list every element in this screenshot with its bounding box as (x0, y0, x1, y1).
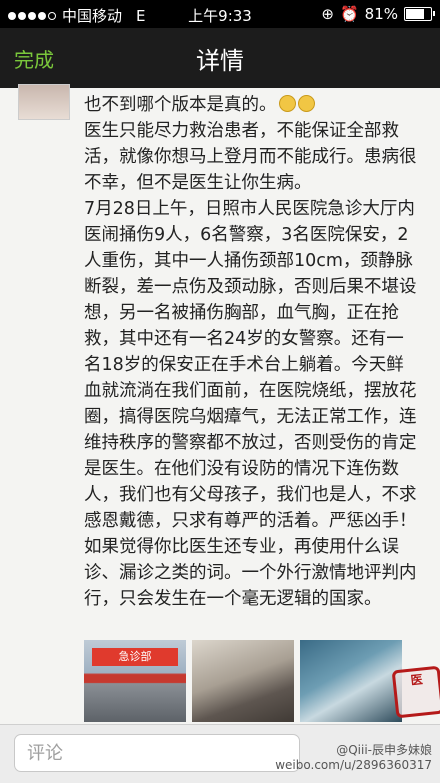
navigation-bar: 完成 详情 (0, 28, 440, 88)
emoji-icon (297, 95, 315, 112)
avatar[interactable] (18, 84, 70, 120)
alarm-icon: ⏰ (339, 5, 359, 23)
comment-bar: 评论 @Qiii-辰申多妹娘 weibo.com/u/2896360317 (0, 724, 440, 783)
photo-strip: 急诊部 (84, 640, 402, 722)
weibo-url: weibo.com/u/2896360317 (275, 758, 432, 772)
seal-watermark: 医 (391, 665, 440, 719)
status-right: ⊕ ⏰ 81% (321, 5, 435, 23)
post-text: 也不到哪个版本是真的。 医生只能尽力救治患者，不能保证全部救活，就像你想马上登月… (84, 92, 419, 612)
weibo-watermark: @Qiii-辰申多妹娘 weibo.com/u/2896360317 (275, 743, 432, 773)
emoji-icon (278, 95, 296, 112)
status-bar: 中国移动 E 上午9:33 ⊕ ⏰ 81% (0, 0, 440, 28)
post-paragraph-3: 7月28日上午，日照市人民医院急诊大厅内医闹捅伤9人，6名警察，3名医院保安，2… (84, 199, 417, 531)
photo-thumbnail-scene[interactable] (192, 640, 294, 722)
post-paragraph-4: 如果觉得你比医生还专业，再使用什么误诊、漏诊之类的词。一个外行激情地评判内行，只… (84, 537, 417, 609)
page-title: 详情 (196, 47, 244, 75)
hospital-sign: 急诊部 (92, 648, 178, 666)
battery-icon (404, 7, 435, 21)
photo-thumbnail-patient[interactable] (300, 640, 402, 722)
post-paragraph-2: 医生只能尽力救治患者，不能保证全部救活，就像你想马上登月而不能成行。患病很不幸，… (84, 121, 417, 193)
post-paragraph-1: 也不到哪个版本是真的。 (84, 95, 277, 115)
battery-percent: 81% (364, 5, 398, 23)
rotation-lock-icon: ⊕ (321, 5, 334, 23)
photo-thumbnail-hospital[interactable]: 急诊部 (84, 640, 186, 722)
weibo-handle: @Qiii-辰申多妹娘 (336, 743, 432, 757)
comment-input[interactable]: 评论 (14, 734, 300, 772)
